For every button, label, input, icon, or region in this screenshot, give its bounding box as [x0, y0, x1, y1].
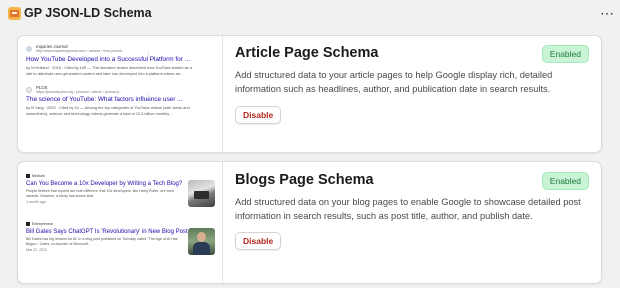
news-date: 1 month ago: [26, 200, 46, 204]
news-result: Medium Can You Become a 10x Developer by…: [26, 174, 215, 222]
news-result: Entrepreneur Bill Gates Says ChatGPT Is …: [26, 222, 215, 270]
card-description: Add structured data on your blog pages t…: [235, 197, 581, 221]
news-source: Entrepreneur: [32, 222, 53, 226]
result-title: The science of YouTube: What factors inf…: [26, 96, 183, 103]
result-title: How YouTube Developed into a Successful …: [26, 55, 190, 63]
news-snippet: People believe that experts are both dif…: [26, 189, 174, 198]
search-result-preview: Inquiries Journal http://www.inquiriesjo…: [18, 36, 223, 152]
result-snippet: site to distribute user-generated conten…: [26, 70, 184, 76]
card-title: Blogs Page Schema: [235, 172, 374, 188]
news-thumbnail-image: [188, 228, 215, 255]
search-result: PLOS https://journals.plos.org › plosone…: [26, 85, 215, 116]
more-options-icon[interactable]: ⋯: [600, 6, 614, 20]
article-schema-card: Inquiries Journal http://www.inquiriesjo…: [17, 35, 602, 153]
site-favicon-icon: [26, 46, 32, 52]
disable-button[interactable]: Disable: [235, 106, 282, 124]
result-snippet: by B Yang · 2022 · Cited by 10 — Among t…: [26, 105, 190, 110]
app-title: GP JSON-LD Schema: [24, 6, 152, 20]
result-snippet: subscribers), science and technology vid…: [26, 111, 174, 116]
source-favicon-icon: [26, 222, 30, 226]
result-menu-icon: ⋮: [146, 51, 151, 57]
status-badge: Enabled: [541, 45, 589, 63]
site-favicon-icon: [26, 86, 32, 93]
card-title: Article Page Schema: [235, 45, 379, 61]
card-content: Article Page Schema Enabled Add structur…: [235, 36, 589, 152]
news-date: Mar 22, 2023: [26, 248, 48, 252]
result-url: http://www.inquiriesjournal.com › articl…: [36, 49, 125, 53]
card-content: Blogs Page Schema Enabled Add structured…: [235, 162, 589, 283]
result-url: https://journals.plos.org › plosone › ar…: [36, 89, 122, 94]
plugin-logo-icon: [8, 6, 21, 20]
blogs-schema-card: Medium Can You Become a 10x Developer by…: [17, 161, 602, 284]
news-result-preview: Medium Can You Become a 10x Developer by…: [18, 162, 223, 283]
search-result: Inquiries Journal http://www.inquiriesjo…: [26, 44, 215, 76]
result-menu-icon: ⋮: [146, 91, 151, 98]
result-snippet: by M Holland · 2016 · Cited by 149 — Thi…: [26, 64, 192, 70]
disable-button[interactable]: Disable: [235, 232, 282, 250]
news-title: Can You Become a 10x Developer by Writin…: [26, 181, 183, 187]
news-snippet: Bill Gates has big dreams for AI. In a b…: [26, 237, 178, 246]
status-badge: Enabled: [541, 172, 589, 190]
card-description: Add structured data to your article page…: [235, 70, 553, 94]
news-thumbnail-image: [188, 180, 215, 207]
app-header: GP JSON-LD Schema ⋯: [8, 5, 614, 21]
news-title: Bill Gates Says ChatGPT Is 'Revolutionar…: [26, 229, 188, 235]
news-source: Medium: [32, 174, 45, 178]
source-favicon-icon: [26, 174, 30, 178]
